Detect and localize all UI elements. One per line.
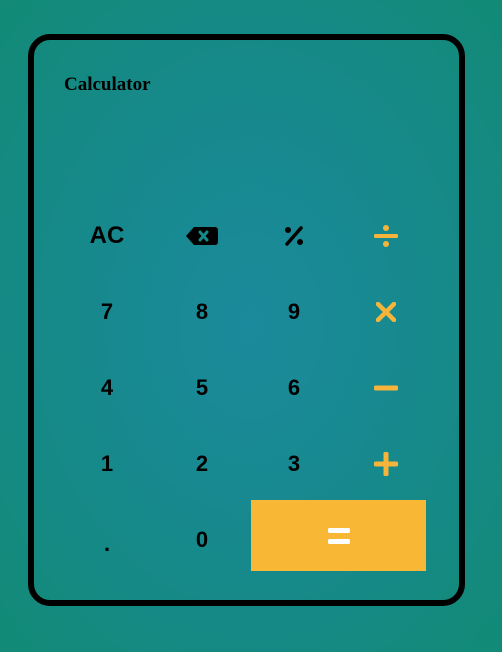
- digit-0-button[interactable]: 0: [167, 510, 237, 570]
- digit-2-button[interactable]: 2: [167, 434, 237, 494]
- multiply-button[interactable]: [351, 282, 421, 342]
- plus-icon: [374, 452, 398, 476]
- divide-button[interactable]: [351, 206, 421, 266]
- percent-button[interactable]: [259, 206, 329, 266]
- display: [64, 110, 429, 190]
- subtract-button[interactable]: [351, 358, 421, 418]
- digit-5-button[interactable]: 5: [167, 358, 237, 418]
- backspace-icon: [186, 227, 218, 245]
- decimal-button[interactable]: .: [72, 514, 142, 574]
- digit-6-button[interactable]: 6: [259, 358, 329, 418]
- equals-button[interactable]: [251, 500, 426, 571]
- digit-7-button[interactable]: 7: [72, 282, 142, 342]
- digit-8-button[interactable]: 8: [167, 282, 237, 342]
- minus-icon: [374, 385, 398, 391]
- add-button[interactable]: [351, 434, 421, 494]
- divide-icon: [374, 225, 398, 247]
- percent-icon: [285, 226, 303, 246]
- digit-9-button[interactable]: 9: [259, 282, 329, 342]
- digit-1-button[interactable]: 1: [72, 434, 142, 494]
- clear-button[interactable]: AC: [72, 206, 142, 266]
- equals-icon: [327, 527, 350, 544]
- multiply-icon: [376, 302, 396, 322]
- app-title: Calculator: [64, 74, 151, 95]
- backspace-button[interactable]: [167, 206, 237, 266]
- digit-3-button[interactable]: 3: [259, 434, 329, 494]
- calculator-panel: Calculator AC 7 8 9 4 5 6 1 2 3 . 0: [28, 34, 465, 606]
- digit-4-button[interactable]: 4: [72, 358, 142, 418]
